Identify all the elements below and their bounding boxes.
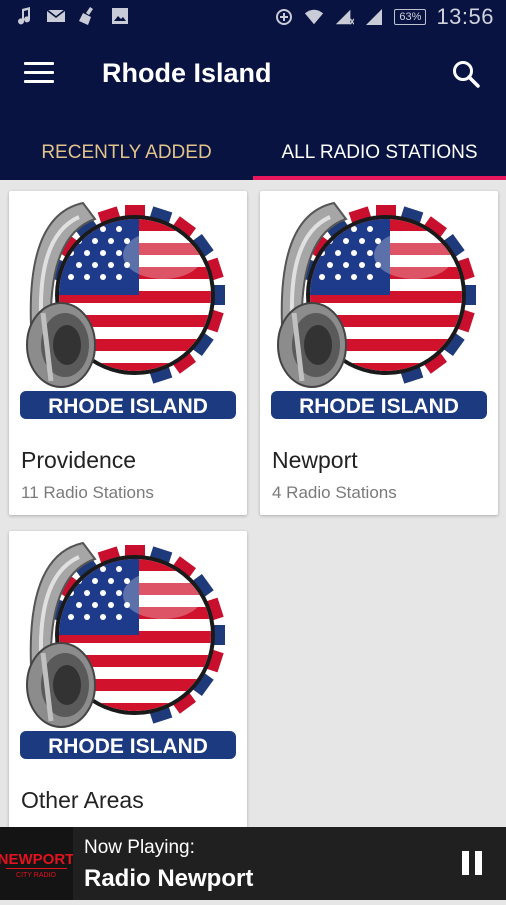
logo-text: RHODE ISLAND (48, 395, 208, 418)
notification-icons (14, 6, 130, 26)
menu-icon[interactable] (24, 62, 54, 88)
wifi-icon (304, 7, 324, 27)
now-playing-title: Radio Newport (84, 865, 254, 892)
active-tab-indicator (253, 176, 506, 180)
station-logo: NEWPORT CITY RADIO (0, 827, 74, 900)
station-logo-line2: CITY RADIO (16, 872, 56, 879)
rhode-island-logo: RHODE ISLAND (264, 195, 494, 427)
tab-bar: RECENTLY ADDED ALL RADIO STATIONS (0, 128, 506, 180)
tab-all-radio-stations[interactable]: ALL RADIO STATIONS (253, 128, 506, 177)
tab-recently-added[interactable]: RECENTLY ADDED (0, 128, 253, 177)
area-card-other-areas[interactable]: RHODE ISLAND Other Areas (9, 531, 247, 855)
system-indicators: 63% 13:56 (274, 4, 494, 30)
mail-icon (46, 6, 66, 26)
area-card-newport[interactable]: RHODE ISLAND Newport 4 Radio Stations (260, 191, 498, 515)
signal-2-icon (364, 7, 384, 27)
station-count: 11 Radio Stations (21, 483, 154, 502)
station-count: 4 Radio Stations (272, 483, 397, 502)
station-logo-line1: NEWPORT (0, 851, 73, 868)
logo-text: RHODE ISLAND (299, 395, 459, 418)
app-bar: Rhode Island RECENTLY ADDED ALL RADIO ST… (0, 36, 506, 180)
cleaner-icon (78, 6, 98, 26)
clock: 13:56 (436, 4, 494, 29)
data-saver-icon (274, 7, 294, 27)
page-title: Rhode Island (102, 58, 272, 88)
area-name: Providence (21, 447, 137, 473)
status-bar: 63% 13:56 (0, 0, 506, 36)
search-icon[interactable] (450, 58, 482, 90)
area-card-providence[interactable]: RHODE ISLAND Providence 11 Radio Station… (9, 191, 247, 515)
now-playing-label: Now Playing: (84, 837, 195, 858)
rhode-island-logo: RHODE ISLAND (13, 535, 243, 767)
area-name: Newport (272, 447, 358, 473)
rhode-island-logo: RHODE ISLAND (13, 195, 243, 427)
area-name: Other Areas (21, 787, 144, 813)
image-icon (110, 6, 130, 26)
battery-level: 63% (394, 9, 427, 25)
logo-text: RHODE ISLAND (48, 735, 208, 758)
pause-icon[interactable] (462, 851, 484, 875)
music-note-icon (14, 6, 34, 26)
signal-icon (334, 7, 355, 27)
now-playing-bar[interactable]: NEWPORT CITY RADIO Now Playing: Radio Ne… (0, 827, 506, 900)
